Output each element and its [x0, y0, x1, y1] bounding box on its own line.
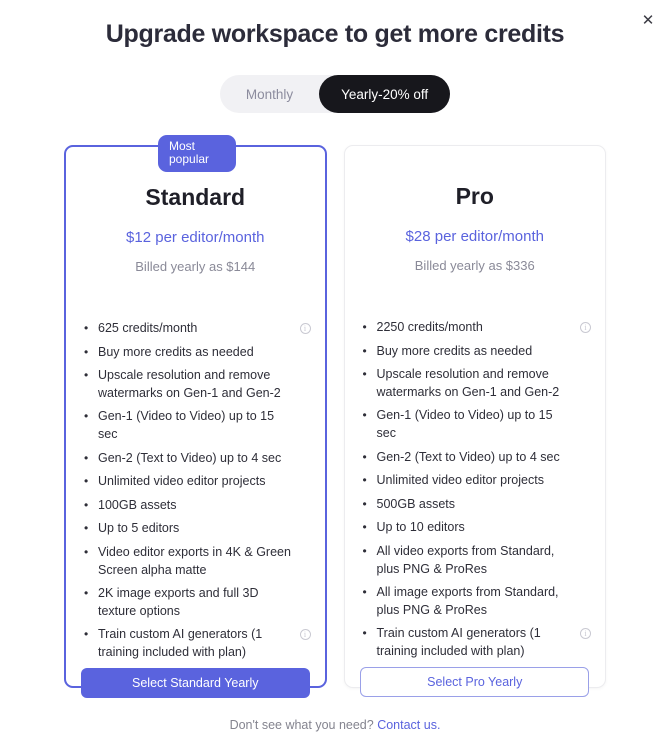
- bullet-icon: •: [362, 626, 367, 641]
- feature-text: Up to 5 editors: [98, 521, 180, 536]
- contact-us-link[interactable]: Contact us.: [377, 718, 440, 732]
- feature-text: Train custom AI generators (1 training i…: [376, 626, 541, 658]
- plan-card: Most popular Standard $12 per editor/month…: [64, 135, 327, 698]
- feature-text: Buy more credits as needed: [98, 344, 254, 359]
- plan-price: $28 per editor/month: [405, 228, 544, 245]
- feature-item: • Unlimited video editor projects: [84, 473, 311, 491]
- bullet-icon: •: [84, 521, 89, 536]
- feature-list: • 625 credits/month i • Buy more credits as …: [66, 320, 325, 668]
- plan-name: Standard: [145, 184, 246, 210]
- feature-text: Gen-1 (Video to Video) up to 15 sec: [376, 408, 553, 440]
- feature-item: • Up to 10 editors: [363, 519, 592, 537]
- feature-text: Video editor exports in 4K & Green Scree…: [98, 544, 291, 577]
- most-popular-badge: Most popular: [158, 135, 236, 172]
- feature-item: • Buy more credits as needed: [84, 344, 311, 362]
- plan-name: Pro: [455, 183, 494, 209]
- feature-item: • Unlimited video editor projects: [363, 472, 592, 490]
- feature-text: 100GB assets: [98, 497, 177, 512]
- feature-text: Gen-1 (Video to Video) up to 15 sec: [98, 409, 275, 441]
- bullet-icon: •: [84, 474, 89, 489]
- bullet-icon: •: [362, 496, 367, 511]
- close-icon[interactable]: ✕: [636, 8, 660, 32]
- bullet-icon: •: [362, 543, 367, 558]
- feature-item: • Gen-2 (Text to Video) up to 4 sec: [363, 449, 592, 467]
- plan-billed-note: Billed yearly as $144: [135, 259, 256, 274]
- bullet-icon: •: [84, 586, 89, 601]
- feature-list: • 2250 credits/month i • Buy more credits as…: [345, 319, 606, 667]
- feature-text: Gen-2 (Text to Video) up to 4 sec: [98, 450, 282, 465]
- feature-text: Unlimited video editor projects: [376, 473, 544, 488]
- feature-text: All image exports from Standard, plus PN…: [376, 585, 559, 617]
- feature-text: All video exports from Standard, plus PN…: [376, 543, 555, 576]
- bullet-icon: •: [84, 409, 89, 424]
- cta-wrapper: Select Standard Yearly: [66, 667, 325, 724]
- billing-period-toggle[interactable]: Monthly Yearly-20% off: [219, 75, 451, 113]
- info-icon[interactable]: i: [580, 628, 591, 640]
- bullet-icon: •: [362, 585, 367, 600]
- footer: Don't see what you need? Contact us.: [0, 718, 670, 732]
- feature-item: • Upscale resolution and remove watermark…: [84, 367, 311, 402]
- bullet-icon: •: [84, 627, 89, 642]
- info-icon[interactable]: i: [299, 629, 311, 641]
- bullet-icon: •: [84, 321, 89, 335]
- feature-item: • Upscale resolution and remove watermark…: [363, 366, 592, 401]
- feature-item: • All image exports from Standard, plus P…: [363, 584, 592, 619]
- feature-item: • 500GB assets: [363, 496, 592, 514]
- feature-text: 2K image exports and full 3D texture opt…: [98, 586, 259, 618]
- select-plan-button[interactable]: Select Pro Yearly: [360, 666, 590, 697]
- bullet-icon: •: [362, 408, 367, 423]
- feature-text: 500GB assets: [376, 496, 456, 511]
- plan-billed-note: Billed yearly as $336: [414, 258, 535, 273]
- feature-item: • Video editor exports in 4K & Green Scre…: [84, 544, 311, 579]
- page-title: Upgrade workspace to get more credits: [105, 20, 565, 48]
- feature-item: • 100GB assets: [84, 497, 311, 515]
- info-icon[interactable]: i: [580, 322, 591, 333]
- feature-item: • 2K image exports and full 3D texture op…: [84, 585, 311, 620]
- feature-item: • All video exports from Standard, plus P…: [363, 543, 592, 578]
- feature-text: Upscale resolution and remove watermarks…: [98, 368, 281, 400]
- bullet-icon: •: [362, 343, 367, 358]
- feature-text: Gen-2 (Text to Video) up to 4 sec: [376, 449, 560, 464]
- feature-text: Upscale resolution and remove watermarks…: [376, 367, 560, 399]
- feature-text: Up to 10 editors: [376, 520, 465, 535]
- feature-item: • Buy more credits as needed: [363, 343, 592, 361]
- bullet-icon: •: [362, 367, 367, 382]
- bullet-icon: •: [84, 497, 89, 512]
- toggle-option-yearly[interactable]: Yearly-20% off: [319, 75, 451, 113]
- feature-text: Unlimited video editor projects: [98, 474, 266, 489]
- toggle-option-monthly[interactable]: Monthly: [220, 75, 319, 113]
- feature-item: • Train custom AI generators (1 training …: [84, 626, 311, 661]
- feature-item: • 625 credits/month i: [84, 320, 311, 338]
- feature-item: • Gen-1 (Video to Video) up to 15 sec: [363, 407, 592, 442]
- bullet-icon: •: [84, 450, 89, 465]
- cta-wrapper: Select Pro Yearly: [345, 666, 606, 723]
- feature-text: Buy more credits as needed: [376, 343, 533, 358]
- bullet-icon: •: [362, 520, 367, 535]
- select-plan-button[interactable]: Select Standard Yearly: [80, 667, 310, 698]
- feature-item: • Gen-2 (Text to Video) up to 4 sec: [84, 450, 311, 468]
- footer-text: Don't see what you need?: [229, 718, 374, 732]
- billing-toggle-wrapper: Monthly Yearly-20% off: [0, 75, 670, 113]
- feature-text: 2250 credits/month: [376, 320, 483, 334]
- feature-text: Train custom AI generators (1 training i…: [98, 627, 263, 659]
- upgrade-modal: ✕ Upgrade workspace to get more credits …: [0, 0, 670, 746]
- bullet-icon: •: [362, 320, 367, 334]
- feature-item: • Train custom AI generators (1 training …: [362, 625, 591, 660]
- feature-item: • Up to 5 editors: [84, 520, 311, 538]
- feature-text: 625 credits/month: [98, 321, 198, 335]
- bullet-icon: •: [84, 544, 89, 559]
- feature-item: • Gen-1 (Video to Video) up to 15 sec: [84, 408, 311, 443]
- plan-card: Pro $28 per editor/month Billed yearly as …: [343, 145, 606, 697]
- feature-item: • 2250 credits/month i: [362, 319, 591, 337]
- plan-list: Most popular Standard $12 per editor/month…: [64, 135, 606, 698]
- bullet-icon: •: [362, 473, 367, 488]
- bullet-icon: •: [362, 449, 367, 464]
- bullet-icon: •: [84, 344, 89, 359]
- bullet-icon: •: [84, 368, 89, 383]
- info-icon[interactable]: i: [299, 323, 311, 334]
- plan-price: $12 per editor/month: [126, 229, 265, 246]
